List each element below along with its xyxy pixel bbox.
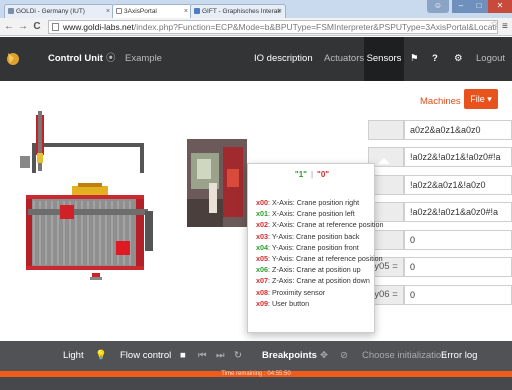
check-circle-icon[interactable]: ⊘ bbox=[340, 341, 348, 371]
step-forward-icon[interactable]: ⏭ bbox=[216, 341, 225, 371]
reset-icon[interactable]: ↻ bbox=[234, 341, 242, 371]
file-button-label: File bbox=[470, 94, 485, 104]
move-icon[interactable]: ✥ bbox=[320, 341, 328, 371]
assignment-input[interactable]: !a0z2&!a0z1&!a0z0#!a bbox=[404, 147, 512, 167]
file-dropdown-button[interactable]: File ▾ bbox=[464, 89, 498, 109]
legend-separator: | bbox=[310, 170, 314, 179]
help-icon[interactable]: ? bbox=[432, 37, 438, 81]
assignment-input[interactable]: !a0z2&!a0z1&a0z0#!a bbox=[404, 202, 512, 222]
favicon-icon bbox=[194, 8, 200, 14]
browser-menu-icon[interactable]: ≡ bbox=[502, 21, 508, 32]
nav-control-unit[interactable]: Control Unit bbox=[48, 37, 103, 81]
url-path: /index.php?Function=ECP&Mode=b&BPUType=F… bbox=[133, 22, 498, 32]
stop-icon[interactable]: ■ bbox=[180, 341, 186, 371]
nav-io-description[interactable]: IO description bbox=[254, 37, 313, 81]
minimize-icon[interactable]: – bbox=[452, 0, 470, 13]
sensor-item-x06[interactable]: x06: Z-Axis: Crane at position up bbox=[256, 264, 374, 275]
caret-down-icon: ▾ bbox=[487, 94, 492, 104]
browser-tab-label: GOLDi - Germany (IUT) bbox=[16, 8, 85, 15]
sensor-item-x02[interactable]: x02: X-Axis: Crane at reference position bbox=[256, 219, 383, 230]
assignment-row: a0z2&a0z1&a0z0 bbox=[368, 120, 512, 140]
browser-tab-goldi[interactable]: GOLDi - Germany (IUT) × bbox=[4, 4, 114, 18]
light-label: Light bbox=[63, 350, 84, 361]
forward-arrow-icon[interactable]: → bbox=[17, 20, 29, 34]
url-input[interactable]: www.goldi-labs.net/index.php?Function=EC… bbox=[48, 20, 498, 34]
sensor-list: x00: X-Axis: Crane position right x01: X… bbox=[256, 197, 383, 309]
breakpoints-label: Breakpoints bbox=[262, 350, 317, 361]
sensors-dropdown: "1" | "0" x00: X-Axis: Crane position righ… bbox=[247, 163, 383, 333]
camera-image bbox=[187, 139, 247, 227]
nav-logout[interactable]: Logout bbox=[476, 37, 505, 81]
close-icon[interactable]: × bbox=[106, 5, 110, 18]
assignment-row: !a0z2&!a0z1&a0z0#!a bbox=[368, 202, 512, 222]
crane-portal-simulation[interactable] bbox=[20, 101, 170, 281]
popup-caret bbox=[378, 158, 390, 164]
workspace: Machines File ▾ a0z2&a0z1&a0z0 !a0z2&!a0… bbox=[0, 81, 512, 341]
close-icon[interactable]: × bbox=[278, 5, 282, 18]
step-back-icon[interactable]: ⏮ bbox=[198, 341, 207, 371]
maximize-icon[interactable]: □ bbox=[470, 0, 488, 13]
assignment-input[interactable]: 0 bbox=[404, 285, 512, 305]
browser-tab-gift[interactable]: GIFT - Graphisches Interak × bbox=[190, 4, 286, 18]
sensor-item-x00[interactable]: x00: X-Axis: Crane position right bbox=[256, 197, 374, 208]
right-panel-tabs: Machines File ▾ bbox=[400, 89, 512, 115]
choose-initialization-button[interactable]: Choose initialization bbox=[362, 341, 447, 371]
assignment-input[interactable]: 0 bbox=[404, 230, 512, 250]
flag-icon[interactable]: ⚑ bbox=[410, 37, 419, 81]
back-arrow-icon[interactable]: ← bbox=[3, 20, 15, 34]
simulation-toolbar: Light 💡 Flow control ■ ⏮ ⏭ ↻ Breakpoints… bbox=[0, 341, 512, 371]
sensor-item-x09[interactable]: x09: User button bbox=[256, 298, 374, 309]
camera-view bbox=[187, 139, 247, 227]
assignment-input[interactable]: 0 bbox=[404, 257, 512, 277]
sensor-item-x05[interactable]: x05: Y-Axis: Crane at reference position bbox=[256, 253, 383, 264]
page-icon bbox=[116, 8, 122, 14]
reload-icon[interactable]: C bbox=[31, 20, 43, 34]
assignment-row: 0 bbox=[368, 230, 512, 250]
url-domain: www.goldi-labs.net bbox=[63, 22, 134, 32]
assignment-input[interactable]: a0z2&a0z1&a0z0 bbox=[404, 120, 512, 140]
favicon-icon bbox=[8, 8, 14, 14]
sensor-item-x01[interactable]: x01: X-Axis: Crane position left bbox=[256, 208, 374, 219]
browser-tab-label: GIFT - Graphisches Interak bbox=[202, 8, 281, 15]
legend-one: "1" bbox=[294, 170, 307, 179]
flow-control-label: Flow control bbox=[120, 350, 172, 361]
gear-icon[interactable]: ⚙ bbox=[454, 37, 463, 81]
nav-sensors[interactable]: Sensors bbox=[364, 37, 404, 81]
tab-machines[interactable]: Machines bbox=[420, 96, 461, 107]
footer bbox=[0, 377, 512, 390]
assignment-row-y06: y06 = 0 bbox=[368, 285, 512, 305]
assignment-label bbox=[368, 120, 404, 140]
browser-tab-label: 3AxisPortal bbox=[124, 8, 157, 15]
assignment-row: !a0z2&a0z1&!a0z0 bbox=[368, 175, 512, 195]
legend-zero: "0" bbox=[317, 170, 330, 179]
goldi-logo-icon[interactable] bbox=[5, 50, 21, 66]
sensor-item-x07[interactable]: x07: Z-Axis: Crane at position down bbox=[256, 275, 374, 286]
address-bar: ← → C www.goldi-labs.net/index.php?Funct… bbox=[0, 18, 512, 36]
sensor-item-x04[interactable]: x04: Y-Axis: Crane position front bbox=[256, 242, 374, 253]
assignment-row-y05: y05 = 0 bbox=[368, 257, 512, 277]
nav-example[interactable]: Example bbox=[125, 37, 162, 81]
close-icon[interactable]: × bbox=[184, 5, 188, 18]
lightbulb-icon[interactable]: 💡 bbox=[95, 341, 107, 371]
nav-actuators[interactable]: Actuators bbox=[324, 37, 364, 81]
app-navbar: Control Unit ⦿ Example IO description Ac… bbox=[0, 37, 512, 81]
sensor-item-x03[interactable]: x03: Y-Axis: Crane position back bbox=[256, 231, 374, 242]
browser-tab-bar: GOLDi - Germany (IUT) × 3AxisPortal × GI… bbox=[0, 0, 512, 18]
assignment-row: !a0z2&!a0z1&!a0z0#!a bbox=[368, 147, 512, 167]
sensor-item-x08[interactable]: x08: Proximity sensor bbox=[256, 287, 374, 298]
error-log-button[interactable]: Error log bbox=[441, 341, 477, 371]
profile-avatar-icon[interactable]: ☺ bbox=[427, 0, 449, 13]
target-icon[interactable]: ⦿ bbox=[106, 37, 116, 81]
window-close-icon[interactable]: ✕ bbox=[488, 0, 512, 13]
sensor-legend: "1" | "0" bbox=[248, 170, 376, 179]
bookmark-star-icon[interactable]: ☆ bbox=[490, 19, 499, 30]
assignment-input[interactable]: !a0z2&a0z1&!a0z0 bbox=[404, 175, 512, 195]
browser-tab-3axisportal[interactable]: 3AxisPortal × bbox=[112, 4, 192, 18]
page-icon bbox=[52, 23, 59, 31]
